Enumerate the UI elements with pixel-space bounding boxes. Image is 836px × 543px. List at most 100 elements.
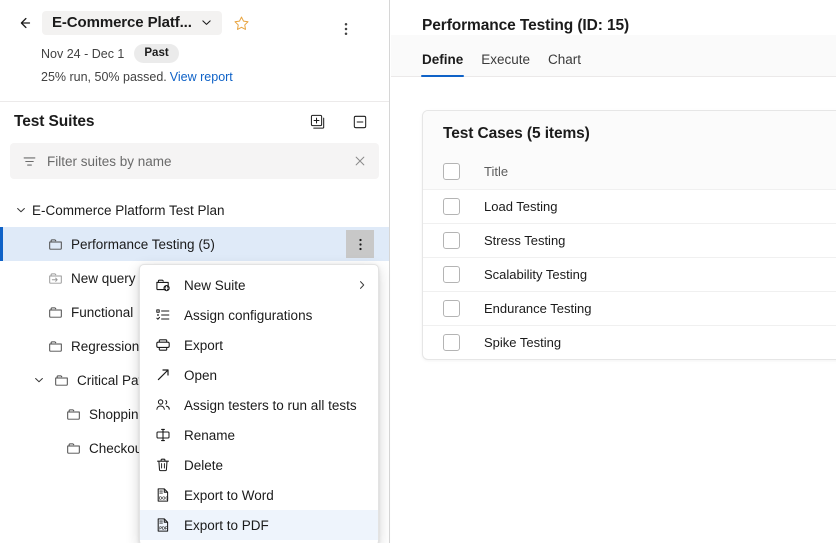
expand-all-button[interactable]: [305, 109, 331, 135]
test-case-title: Endurance Testing: [484, 301, 591, 316]
plan-header: E-Commerce Platf...: [0, 0, 389, 94]
chevron-down-icon[interactable]: [10, 204, 32, 216]
context-menu-item-label: New Suite: [184, 278, 356, 293]
row-checkbox[interactable]: [443, 232, 460, 249]
svg-text:PDF: PDF: [159, 526, 168, 531]
context-menu-item-open[interactable]: Open: [140, 360, 378, 390]
tree-item-label: Shoppin: [89, 407, 139, 422]
tab-label: Chart: [548, 52, 581, 67]
filter-area: [0, 141, 389, 179]
tree-item-plan-root[interactable]: E-Commerce Platform Test Plan: [0, 193, 389, 227]
context-menu-item-label: Delete: [184, 458, 368, 473]
folder-icon: [44, 305, 66, 320]
context-menu-item-label: Assign testers to run all tests: [184, 398, 368, 413]
table-row[interactable]: Scalability Testing: [423, 257, 836, 291]
plan-meta-row: Nov 24 - Dec 1 Past: [41, 44, 379, 63]
plan-selector[interactable]: E-Commerce Platf...: [42, 11, 222, 35]
rename-icon: [152, 427, 174, 443]
arrow-left-icon: [16, 14, 34, 32]
context-menu-item-delete[interactable]: Delete: [140, 450, 378, 480]
word-document-icon: DOC: [152, 487, 174, 503]
table-row[interactable]: Endurance Testing: [423, 291, 836, 325]
context-menu-item-export-to-word[interactable]: DOC Export to Word: [140, 480, 378, 510]
tree-item-label: New query: [71, 271, 136, 286]
suite-context-menu: New Suite Assign configurations: [139, 264, 379, 543]
collapse-all-icon: [352, 114, 368, 130]
plan-date-range: Nov 24 - Dec 1: [41, 47, 124, 61]
plan-run-stats: 25% run, 50% passed.: [41, 70, 167, 84]
assign-configurations-icon: [152, 307, 174, 323]
context-menu-item-assign-testers[interactable]: Assign testers to run all tests: [140, 390, 378, 420]
favorite-button[interactable]: [228, 9, 256, 37]
test-cases-header-zone: Test Cases (5 items) Title: [423, 111, 836, 189]
table-row[interactable]: Spike Testing: [423, 325, 836, 359]
svg-text:DOC: DOC: [159, 496, 168, 501]
close-icon[interactable]: [353, 154, 367, 168]
expand-all-icon: [310, 114, 326, 130]
row-checkbox[interactable]: [443, 334, 460, 351]
tab-chart[interactable]: Chart: [539, 52, 590, 76]
tab-execute[interactable]: Execute: [472, 52, 539, 76]
status-badge: Past: [134, 44, 178, 63]
context-menu-item-export-to-pdf[interactable]: PDF Export to PDF: [140, 510, 378, 540]
column-header-title: Title: [484, 164, 508, 179]
folder-icon: [44, 237, 66, 252]
chevron-down-icon[interactable]: [28, 374, 50, 386]
tab-define[interactable]: Define: [413, 52, 472, 76]
context-menu-item-export[interactable]: Export: [140, 330, 378, 360]
filter-suites-input[interactable]: [47, 154, 353, 169]
tree-item-label: Functional: [71, 305, 133, 320]
test-case-title: Stress Testing: [484, 233, 565, 248]
plan-stats-row: 25% run, 50% passed.View report: [41, 70, 379, 84]
table-row[interactable]: Load Testing: [423, 189, 836, 223]
context-menu-item-label: Open: [184, 368, 368, 383]
back-button[interactable]: [10, 8, 40, 38]
table-row[interactable]: Stress Testing: [423, 223, 836, 257]
row-checkbox[interactable]: [443, 198, 460, 215]
plan-more-options-button[interactable]: [335, 18, 357, 40]
filter-icon: [22, 154, 37, 169]
tree-item-label: E-Commerce Platform Test Plan: [32, 203, 225, 218]
tree-item-more-options-button[interactable]: [346, 230, 374, 258]
more-vertical-icon: [353, 237, 368, 252]
context-menu-item-rename[interactable]: Rename: [140, 420, 378, 450]
context-menu-item-assign-configurations[interactable]: Assign configurations: [140, 300, 378, 330]
people-icon: [152, 397, 174, 413]
context-menu-item-label: Assign configurations: [184, 308, 368, 323]
folder-icon: [62, 441, 84, 456]
collapse-all-button[interactable]: [347, 109, 373, 135]
open-arrow-icon: [152, 367, 174, 383]
test-cases-column-header-row: Title: [423, 153, 836, 189]
trash-icon: [152, 457, 174, 473]
suite-detail-panel: Performance Testing (ID: 15) Define Exec…: [391, 0, 836, 543]
tab-label: Execute: [481, 52, 530, 67]
chevron-right-icon: [356, 279, 368, 291]
context-menu-item-label: Export to Word: [184, 488, 368, 503]
filter-box[interactable]: [10, 143, 379, 179]
tree-item-performance-testing[interactable]: Performance Testing (5): [0, 227, 389, 261]
detail-title: Performance Testing (ID: 15): [391, 0, 836, 35]
row-checkbox[interactable]: [443, 300, 460, 317]
select-all-checkbox[interactable]: [443, 163, 460, 180]
star-icon: [233, 15, 250, 32]
view-report-link[interactable]: View report: [170, 70, 233, 84]
chevron-down-icon: [200, 16, 213, 29]
plan-name: E-Commerce Platf...: [52, 14, 192, 31]
pdf-document-icon: PDF: [152, 517, 174, 533]
new-suite-icon: [152, 277, 174, 293]
folder-icon: [62, 407, 84, 422]
test-suites-toolbar: Test Suites: [0, 101, 389, 141]
test-cases-card: Test Cases (5 items) Title Load Testing …: [422, 110, 836, 360]
test-case-title: Spike Testing: [484, 335, 561, 350]
tree-item-label: Checkou: [89, 441, 142, 456]
context-menu-item-new-suite[interactable]: New Suite: [140, 270, 378, 300]
row-checkbox[interactable]: [443, 266, 460, 283]
tree-item-label: Performance Testing (5): [71, 237, 215, 252]
context-menu-item-label: Rename: [184, 428, 368, 443]
test-plan-app: E-Commerce Platf...: [0, 0, 836, 543]
folder-icon: [50, 373, 72, 388]
test-suites-heading: Test Suites: [14, 113, 305, 131]
detail-tabs: Define Execute Chart: [391, 35, 836, 77]
tree-item-label: Critical Pat: [77, 373, 142, 388]
more-vertical-icon: [338, 21, 354, 37]
